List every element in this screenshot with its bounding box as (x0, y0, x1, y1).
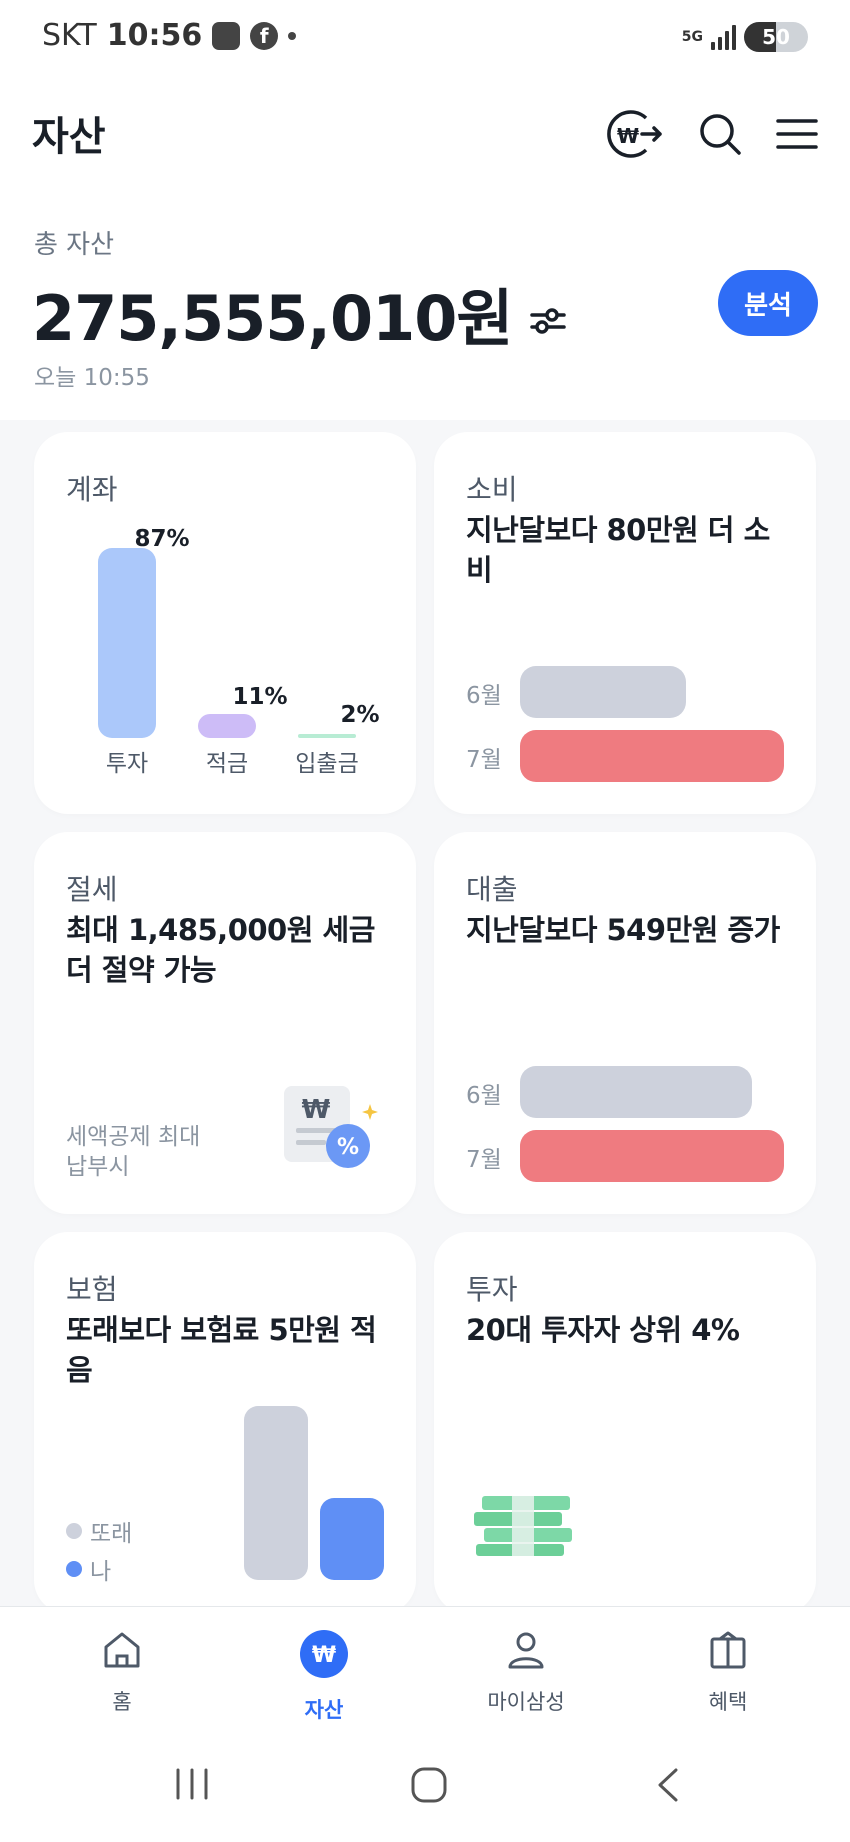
invest-headline: 20대 투자자 상위 4% (466, 1313, 740, 1347)
analyze-button[interactable]: 분석 (718, 270, 818, 336)
account-bar-savings (198, 714, 256, 738)
total-assets-amount-row: 275,555,010원 (32, 268, 567, 358)
status-right: 5G 50 (682, 22, 808, 52)
nav-assets[interactable]: ₩ 자산 (244, 1629, 404, 1724)
total-assets-label: 총 자산 (34, 230, 115, 260)
total-assets-summary: 총 자산 275,555,010원 오늘 10:55 분석 (0, 190, 850, 420)
nav-home[interactable]: 홈 (42, 1629, 202, 1716)
legend-label: 또래 (90, 1521, 133, 1547)
nav-benefits-label: 혜택 (708, 1690, 748, 1714)
person-icon (505, 1629, 547, 1676)
account-bar-label: 입출금 (295, 751, 359, 777)
home-button-icon[interactable] (410, 1766, 448, 1808)
won-transfer-icon[interactable]: ₩ (602, 106, 664, 162)
insurance-bar-me (320, 1498, 384, 1580)
spending-headline: 지난달보다 80만원 더 소비 (466, 513, 770, 587)
status-left: SKT 10:56 f (42, 18, 297, 53)
insurance-card-title: 보험 (66, 1273, 118, 1306)
insurance-bar-peers (244, 1406, 308, 1580)
status-bar: SKT 10:56 f 5G 50 (0, 0, 850, 80)
tax-note: 세액공제 최대 납부시 (66, 1124, 201, 1180)
battery-level: 50 (762, 25, 790, 49)
legend-peers: 또래 (66, 1514, 132, 1548)
legend-dot (66, 1523, 82, 1539)
tax-card-title: 절세 (66, 873, 118, 906)
tax-saving-card[interactable]: 절세 최대 1,485,000원 세금 더 절약 가능 세액공제 최대 납부시 … (34, 832, 416, 1214)
tax-headline: 최대 1,485,000원 세금 더 절약 가능 (66, 913, 375, 987)
account-bar-invest (98, 548, 156, 738)
gift-icon (707, 1629, 749, 1676)
system-navigation-bar (0, 1736, 850, 1842)
account-bar-checking (298, 734, 356, 738)
legend-dot (66, 1561, 82, 1577)
nav-assets-label: 자산 (304, 1698, 344, 1722)
nav-benefits[interactable]: 혜택 (648, 1629, 808, 1716)
spending-card-title: 소비 (466, 473, 518, 506)
spending-bar-june (520, 666, 686, 718)
invest-card-title: 투자 (466, 1273, 518, 1306)
clock: 10:56 (106, 18, 203, 53)
svg-text:₩: ₩ (617, 124, 639, 148)
account-bar-pct: 11% (232, 684, 288, 710)
menu-icon[interactable] (776, 117, 818, 151)
total-assets-amount: 275,555,010원 (32, 282, 513, 355)
more-notifications-icon (288, 31, 297, 40)
loan-headline: 지난달보다 549만원 증가 (466, 913, 780, 947)
bottom-navigation: 홈 ₩ 자산 마이삼성 혜택 (0, 1606, 850, 1736)
loan-row-label: 7월 (466, 1147, 502, 1173)
spending-bar-july (520, 730, 784, 782)
legend-label: 나 (90, 1559, 112, 1585)
svg-text:₩: ₩ (312, 1643, 336, 1668)
nav-my-samsung-label: 마이삼성 (487, 1690, 565, 1714)
money-stack-icon (474, 1494, 574, 1562)
signal-icon (711, 24, 736, 50)
account-bar-label: 적금 (205, 751, 249, 777)
svg-text:%: % (337, 1135, 359, 1160)
account-bar-label: 투자 (105, 751, 149, 777)
home-icon (101, 1629, 143, 1676)
network-type: 5G (681, 29, 703, 45)
account-card-title: 계좌 (66, 473, 118, 506)
loan-bar-june (520, 1066, 752, 1118)
loan-bar-july (520, 1130, 784, 1182)
spending-card[interactable]: 소비 지난달보다 80만원 더 소비 6월 7월 (434, 432, 816, 814)
nav-home-label: 홈 (112, 1690, 132, 1714)
insurance-headline: 또래보다 보험료 5만원 적음 (66, 1313, 377, 1387)
tax-document-icon: ₩ % (280, 1084, 380, 1178)
account-card[interactable]: 계좌 87% 투자 11% 적금 2% 입출금 (34, 432, 416, 814)
loan-card-title: 대출 (466, 873, 518, 906)
legend-me: 나 (66, 1552, 111, 1586)
back-icon[interactable] (652, 1766, 682, 1808)
facebook-icon: f (250, 21, 279, 50)
app-header: 자산 ₩ (0, 80, 850, 190)
updated-time: 오늘 10:55 (34, 365, 150, 391)
recent-apps-icon[interactable] (172, 1766, 212, 1806)
carrier-label: SKT (42, 18, 97, 53)
header-actions: ₩ (602, 106, 818, 162)
won-circle-icon: ₩ (299, 1629, 349, 1684)
adjust-settings-icon[interactable] (530, 277, 567, 350)
spending-row-label: 7월 (466, 747, 502, 773)
insurance-card[interactable]: 보험 또래보다 보험료 5만원 적음 또래 나 (34, 1232, 416, 1614)
page-title: 자산 (32, 114, 106, 160)
loan-row-label: 6월 (466, 1083, 502, 1109)
spending-row-label: 6월 (466, 683, 502, 709)
notification-app-icon (212, 21, 241, 50)
search-icon[interactable] (698, 112, 742, 156)
svg-text:₩: ₩ (302, 1095, 331, 1125)
investment-card[interactable]: 투자 20대 투자자 상위 4% (434, 1232, 816, 1614)
account-bar-pct: 2% (340, 702, 380, 728)
battery-icon: 50 (744, 22, 808, 52)
loan-card[interactable]: 대출 지난달보다 549만원 증가 6월 7월 (434, 832, 816, 1214)
nav-my-samsung[interactable]: 마이삼성 (446, 1629, 606, 1716)
